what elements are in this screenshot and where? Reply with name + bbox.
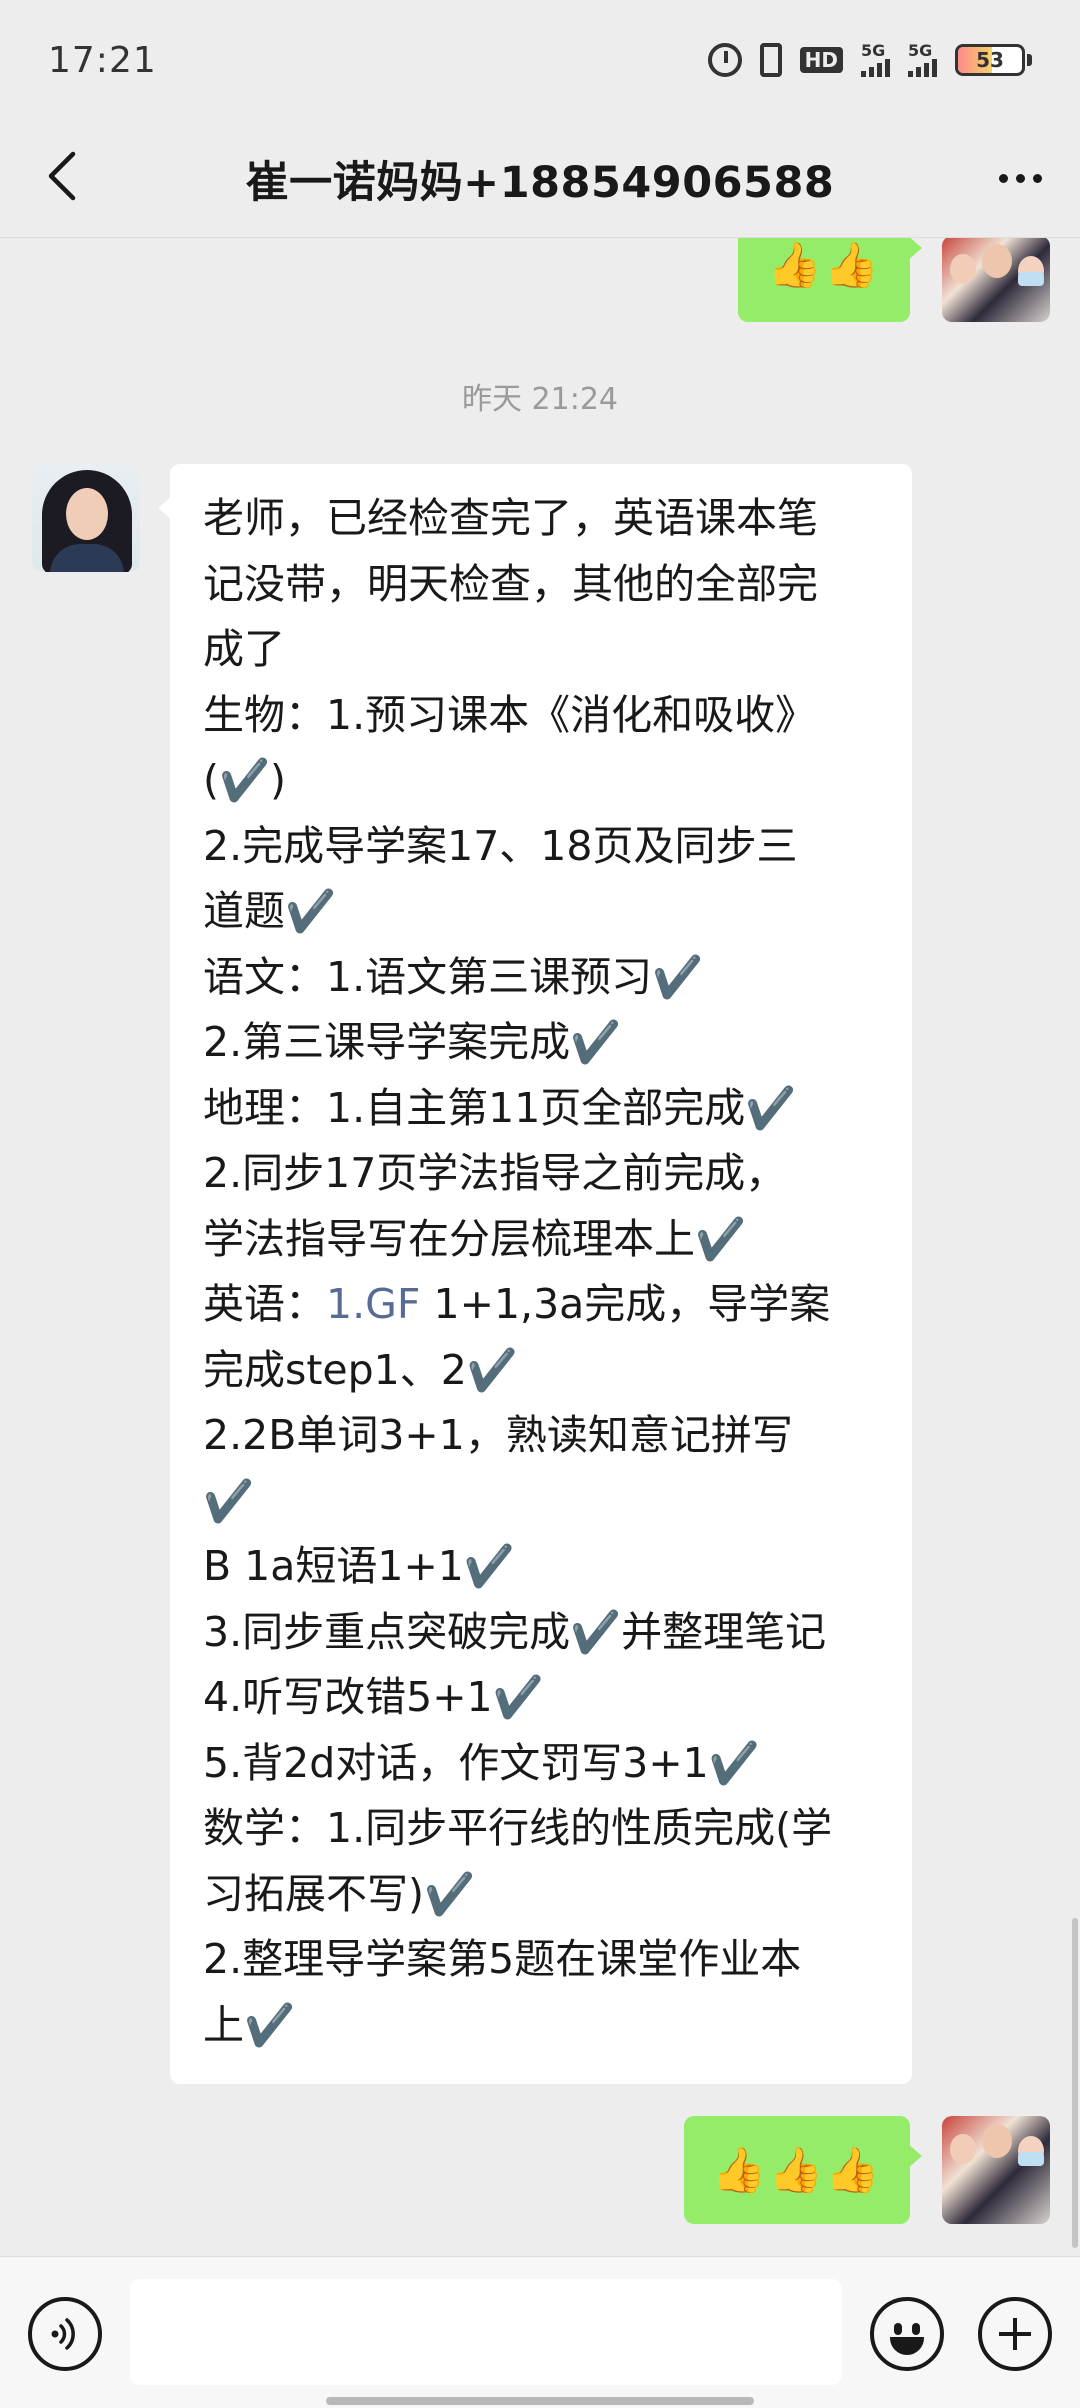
back-button[interactable] bbox=[32, 146, 92, 206]
signal-label: 5G bbox=[908, 41, 933, 60]
message-line: 2.同步17页学法指导之前完成， bbox=[203, 1149, 787, 1197]
home-indicator[interactable] bbox=[326, 2397, 754, 2405]
status-time: 17:21 bbox=[48, 39, 157, 81]
message-line: 2.第三课导学案完成✔️ bbox=[203, 1018, 622, 1066]
message-input[interactable] bbox=[130, 2279, 842, 2385]
message-line: 3.同步重点突破完成✔️并整理笔记 bbox=[203, 1607, 827, 1656]
signal-icon: 5G bbox=[908, 43, 937, 77]
message-text: 1+1,3a完成，导学案 bbox=[420, 1280, 831, 1328]
thumbs-up-emoji: 👍👍👍 bbox=[711, 2145, 883, 2196]
sent-message-bubble[interactable]: 👍👍 bbox=[738, 238, 922, 322]
sent-message-bubble[interactable]: 👍👍👍 bbox=[684, 2116, 922, 2224]
my-avatar[interactable] bbox=[942, 238, 1050, 322]
nav-bar: 崔一诺妈妈+18854906588 bbox=[0, 120, 1080, 238]
more-dots-icon bbox=[998, 173, 1008, 183]
signal-label: 5G bbox=[861, 41, 886, 60]
message-line: 道题✔️ bbox=[203, 887, 337, 935]
alarm-icon bbox=[707, 43, 742, 77]
message-line: 上✔️ bbox=[203, 2000, 296, 2049]
vibrate-icon bbox=[759, 43, 782, 77]
thumbs-up-emoji: 👍👍 bbox=[767, 240, 881, 291]
message-line: 完成step1、2✔️ bbox=[203, 1345, 518, 1394]
message-line: 学法指导写在分层梳理本上✔️ bbox=[203, 1214, 747, 1263]
contact-avatar[interactable] bbox=[32, 464, 140, 572]
battery-level: 53 bbox=[976, 48, 1004, 72]
status-icons: HD 5G 5G 53 bbox=[707, 43, 1032, 77]
message-line: 习拓展不写)✔️ bbox=[203, 1869, 476, 1918]
message-line: 生物：1.预习课本《消化和吸收》 bbox=[203, 690, 817, 739]
message-line: (✔️) bbox=[203, 756, 287, 804]
message-line: 老师，已经检查完了，英语课本笔 bbox=[203, 494, 818, 542]
smiley-icon bbox=[894, 2323, 902, 2335]
my-avatar[interactable] bbox=[942, 2116, 1050, 2224]
message-line: ✔️ bbox=[203, 1476, 255, 1525]
message-text: 英语： bbox=[203, 1280, 326, 1328]
message-line: 地理：1.自主第11页全部完成✔️ bbox=[203, 1083, 797, 1132]
message-timestamp: 昨天 21:24 bbox=[462, 382, 618, 417]
message-line: 记没带，明天检查，其他的全部完 bbox=[203, 559, 818, 608]
message-link[interactable]: 1.GF bbox=[326, 1280, 420, 1328]
chat-title: 崔一诺妈妈+18854906588 bbox=[245, 157, 835, 208]
more-actions-button[interactable] bbox=[978, 2297, 1052, 2371]
more-button[interactable] bbox=[988, 150, 1052, 206]
voice-icon bbox=[51, 2318, 75, 2350]
voice-input-button[interactable] bbox=[28, 2297, 102, 2371]
message-line: 成了 bbox=[203, 625, 285, 673]
received-message-bubble[interactable]: 老师，已经检查完了，英语课本笔 记没带，明天检查，其他的全部完 成了 生物：1.… bbox=[158, 464, 912, 2084]
signal-icon: 5G bbox=[861, 43, 890, 77]
scrollbar[interactable] bbox=[1072, 1918, 1078, 2248]
hd-voice-icon: HD bbox=[799, 47, 843, 73]
message-line: 5.背2d对话，作文罚写3+1✔️ bbox=[203, 1738, 760, 1787]
message-line: 2.2B单词3+1，熟读知意记拼写 bbox=[203, 1411, 793, 1459]
message-line: B 1a短语1+1✔️ bbox=[203, 1542, 515, 1590]
message-line: 2.整理导学案第5题在课堂作业本 bbox=[203, 1935, 802, 1983]
battery-icon: 53 bbox=[955, 44, 1032, 76]
emoji-button[interactable] bbox=[870, 2297, 944, 2371]
message-line: 4.听写改错5+1✔️ bbox=[203, 1673, 544, 1721]
message-line: 数学：1.同步平行线的性质完成(学 bbox=[203, 1804, 833, 1852]
message-line: 语文：1.语文第三课预习✔️ bbox=[203, 952, 704, 1001]
status-bar: 17:21 HD 5G 5G 53 bbox=[0, 0, 1080, 120]
message-line: 英语：1.GF 1+1,3a完成，导学案 bbox=[203, 1272, 884, 1338]
input-bar bbox=[0, 2256, 1080, 2408]
chat-screen: 17:21 HD 5G 5G 53 崔一诺妈妈+18854906588 👍👍 昨… bbox=[0, 0, 1080, 2408]
message-list[interactable]: 👍👍 昨天 21:24 老师，已经检查完了，英语课本笔 记没带，明天检查，其他的… bbox=[0, 238, 1080, 2256]
message-line: 2.完成导学案17、18页及同步三 bbox=[203, 821, 798, 870]
chevron-left-icon bbox=[48, 151, 76, 201]
